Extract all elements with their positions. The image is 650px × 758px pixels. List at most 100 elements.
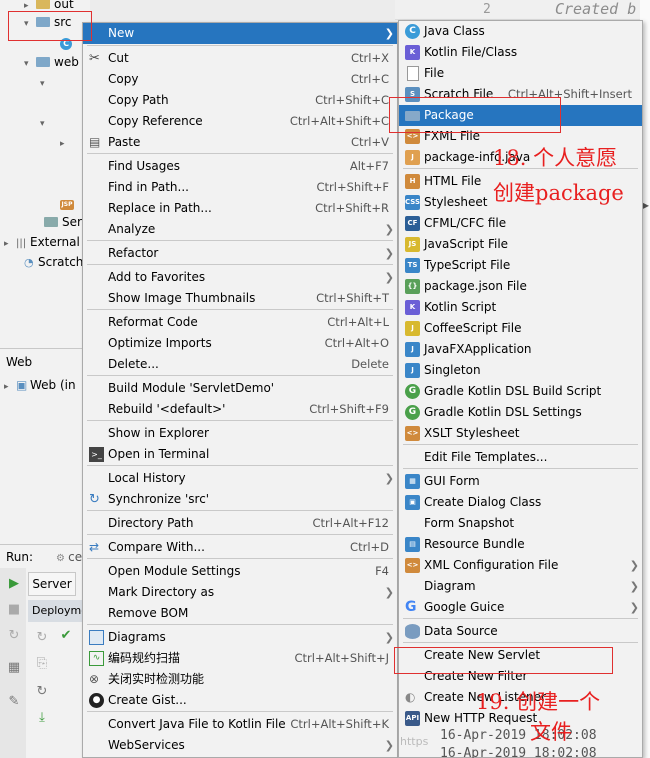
menu-item-new[interactable]: New ❯ [83, 23, 397, 44]
refresh-icon[interactable]: ↻ [34, 630, 50, 646]
menu-item-label: Diagrams [108, 630, 166, 644]
menu-item-item[interactable]: ⊗ 关闭实时检测功能 [83, 669, 397, 690]
highlight-servlet [394, 647, 613, 674]
stop-icon[interactable]: ■ [6, 602, 22, 618]
menu-item-webservices[interactable]: WebServices ❯ [83, 735, 397, 756]
reload-icon[interactable]: ↻ [34, 684, 50, 700]
menu-item-diagrams[interactable]: Diagrams ❯ [83, 627, 397, 648]
menu-item-create-gist[interactable]: ● Create Gist... [83, 690, 397, 711]
menu-item-copy[interactable]: Copy Ctrl+C [83, 69, 397, 90]
menu-item-reformat-code[interactable]: Reformat Code Ctrl+Alt+L [83, 312, 397, 333]
tree-item-scratches[interactable]: ◔ Scratche [24, 252, 91, 272]
menu-item-paste[interactable]: ▤ Paste Ctrl+V [83, 132, 397, 153]
menu-item-open-module-settings[interactable]: Open Module Settings F4 [83, 561, 397, 582]
menu-item-label: Add to Favorites [108, 270, 206, 284]
menu-item-resource-bundle[interactable]: ▤ Resource Bundle [399, 534, 642, 555]
menu-item-javascript-file[interactable]: JS JavaScript File [399, 234, 642, 255]
menu-item-label: Find in Path... [108, 180, 189, 194]
menu-item-file[interactable]: File [399, 63, 642, 84]
shortcut-label: F4 [375, 564, 389, 578]
menu-item-form-snapshot[interactable]: Form Snapshot [399, 513, 642, 534]
google-icon: G [405, 599, 417, 615]
menu-item-local-history[interactable]: Local History ❯ [83, 468, 397, 489]
menu-item-copy-path[interactable]: Copy Path Ctrl+Shift+C [83, 90, 397, 111]
tree-item-external[interactable]: ▸ ||| External [4, 232, 80, 252]
tree-item-web-sub3[interactable]: ▸ [60, 132, 72, 152]
menu-item-diagram[interactable]: Diagram ❯ [399, 576, 642, 597]
annotation-18-line1: 18. 个人意愿 [493, 146, 618, 170]
menu-item-label: 编码规约扫描 [108, 651, 181, 665]
sync-icon: ↻ [89, 492, 100, 507]
menu-item-google-guice[interactable]: G Google Guice ❯ [399, 597, 642, 618]
tree-item-web[interactable]: ▾ web [24, 52, 79, 72]
web-icon: ▣ [16, 378, 28, 392]
menu-item-mark-directory-as[interactable]: Mark Directory as ❯ [83, 582, 397, 603]
menu-item-refactor[interactable]: Refactor ❯ [83, 243, 397, 264]
menu-item-label: Show in Explorer [108, 426, 209, 440]
menu-item-build-module-servletdemo[interactable]: Build Module 'ServletDemo' [83, 378, 397, 399]
menu-item-label: GUI Form [424, 474, 480, 488]
menu-item-label: Refactor [108, 246, 159, 260]
menu-item-coffeescript-file[interactable]: J CoffeeScript File [399, 318, 642, 339]
menu-item-kotlin-script[interactable]: K Kotlin Script [399, 297, 642, 318]
submenu-arrow-icon: ❯ [629, 601, 639, 614]
menu-item-replace-in-path[interactable]: Replace in Path... Ctrl+Shift+R [83, 198, 397, 219]
tree-item-jsp[interactable]: JSP [60, 192, 74, 212]
menu-item-compare-with[interactable]: ⇄ Compare With... Ctrl+D [83, 537, 397, 558]
run-tab[interactable]: ⚙ ce [56, 547, 82, 567]
tree-item-web-sub2[interactable]: ▾ [40, 112, 52, 132]
menu-item-package-json-file[interactable]: {} package.json File [399, 276, 642, 297]
menu-item-create-dialog-class[interactable]: ▣ Create Dialog Class [399, 492, 642, 513]
menu-separator [403, 642, 638, 643]
menu-item-open-in-terminal[interactable]: >_ Open in Terminal [83, 444, 397, 465]
menu-item-xml-configuration-file[interactable]: <> XML Configuration File ❯ [399, 555, 642, 576]
submenu-arrow-icon: ❯ [629, 559, 639, 572]
menu-item-cut[interactable]: ✂ Cut Ctrl+X [83, 48, 397, 69]
menu-item-directory-path[interactable]: Directory Path Ctrl+Alt+F12 [83, 513, 397, 534]
menu-separator [87, 465, 393, 466]
menu-item-synchronize-src[interactable]: ↻ Synchronize 'src' [83, 489, 397, 510]
menu-item-data-source[interactable]: Data Source [399, 621, 642, 642]
pin-icon[interactable]: ✎ [6, 694, 22, 710]
menu-item-show-in-explorer[interactable]: Show in Explorer [83, 423, 397, 444]
tree-item-web-sub[interactable]: ▾ [40, 72, 52, 92]
menu-item-javafxapplication[interactable]: J JavaFXApplication [399, 339, 642, 360]
menu-item-java-class[interactable]: C Java Class [399, 21, 642, 42]
submenu-arrow-icon: ❯ [384, 631, 394, 644]
api-icon: API [405, 711, 420, 726]
deploy-icon[interactable]: ⤓ [34, 710, 50, 726]
submenu-arrow-icon: ❯ [629, 580, 639, 593]
folder-icon [36, 57, 50, 67]
menu-item-show-image-thumbnails[interactable]: Show Image Thumbnails Ctrl+Shift+T [83, 288, 397, 309]
menu-item-find-in-path[interactable]: Find in Path... Ctrl+Shift+F [83, 177, 397, 198]
menu-item-convert-java-file-to-kotlin-file[interactable]: Convert Java File to Kotlin File Ctrl+Alt… [83, 714, 397, 735]
menu-item-label: Replace in Path... [108, 201, 212, 215]
menu-item-copy-reference[interactable]: Copy Reference Ctrl+Alt+Shift+C [83, 111, 397, 132]
web-panel-item[interactable]: ▸ ▣ Web (in [4, 375, 76, 395]
menu-item-analyze[interactable]: Analyze ❯ [83, 219, 397, 240]
menu-item-cfml-cfc-file[interactable]: CF CFML/CFC file [399, 213, 642, 234]
debug-icon[interactable]: ⎘ [34, 656, 50, 672]
deployment-tab[interactable]: Deploymen [28, 600, 88, 622]
menu-item-find-usages[interactable]: Find Usages Alt+F7 [83, 156, 397, 177]
server-tab[interactable]: Server [28, 572, 76, 596]
menu-item-rebuild-default[interactable]: Rebuild '<default>' Ctrl+Shift+F9 [83, 399, 397, 420]
menu-item-remove-bom[interactable]: Remove BOM [83, 603, 397, 624]
menu-item-kotlin-file-class[interactable]: K Kotlin File/Class [399, 42, 642, 63]
expand-arrow-icon[interactable]: ▾ [24, 54, 36, 74]
layout-icon[interactable]: ▦ [6, 660, 22, 676]
menu-item-typescript-file[interactable]: TS TypeScript File [399, 255, 642, 276]
rerun-icon[interactable]: ↻ [6, 628, 22, 644]
menu-item-gui-form[interactable]: ▦ GUI Form [399, 471, 642, 492]
menu-item-add-to-favorites[interactable]: Add to Favorites ❯ [83, 267, 397, 288]
shortcut-label: Ctrl+Shift+C [315, 93, 389, 107]
menu-item-gradle-kotlin-dsl-settings[interactable]: G Gradle Kotlin DSL Settings [399, 402, 642, 423]
menu-item-optimize-imports[interactable]: Optimize Imports Ctrl+Alt+O [83, 333, 397, 354]
menu-item-gradle-kotlin-dsl-build-script[interactable]: G Gradle Kotlin DSL Build Script [399, 381, 642, 402]
menu-item-xslt-stylesheet[interactable]: <> XSLT Stylesheet [399, 423, 642, 444]
menu-item-edit-file-templates[interactable]: Edit File Templates... [399, 447, 642, 468]
run-icon[interactable]: ▶ [6, 576, 22, 592]
menu-item-delete[interactable]: Delete... Delete [83, 354, 397, 375]
menu-item-item[interactable]: ∿ 编码规约扫描 Ctrl+Alt+Shift+J [83, 648, 397, 669]
menu-item-singleton[interactable]: J Singleton [399, 360, 642, 381]
